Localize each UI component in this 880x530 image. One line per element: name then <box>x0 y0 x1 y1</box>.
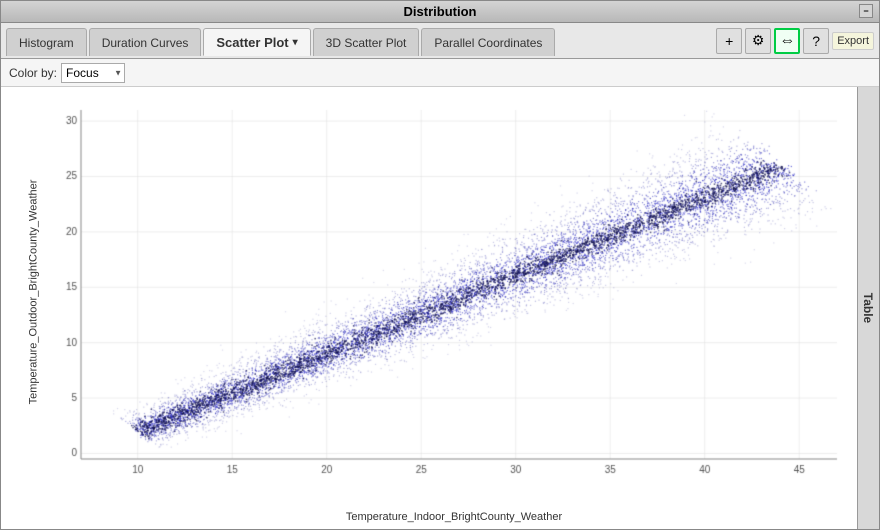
color-by-label: Color by: <box>9 66 57 80</box>
tab-actions: + ⚙ ⇔ ? Export <box>716 28 874 57</box>
title-bar: Distribution − <box>1 1 879 23</box>
tab-parallel-coordinates[interactable]: Parallel Coordinates <box>421 28 555 56</box>
move-button[interactable]: ⇔ <box>774 28 800 54</box>
table-side-tab[interactable]: Table <box>857 87 879 529</box>
color-by-select-wrapper[interactable]: Focus None Variable <box>61 63 125 83</box>
export-label: Export <box>832 32 874 50</box>
tab-histogram[interactable]: Histogram <box>6 28 87 56</box>
chart-area: Temperature_Outdoor_BrightCounty_Weather… <box>1 87 857 529</box>
tab-duration-curves[interactable]: Duration Curves <box>89 28 202 56</box>
settings-button[interactable]: ⚙ <box>745 28 771 54</box>
grid-and-plot: Temperature_Outdoor_BrightCounty_Weather… <box>51 95 857 489</box>
main-window: Distribution − Histogram Duration Curves… <box>0 0 880 530</box>
scatter-plot-canvas <box>51 95 857 489</box>
tab-scatter-plot[interactable]: Scatter Plot ▾ <box>203 28 310 56</box>
toolbar: Color by: Focus None Variable <box>1 59 879 87</box>
help-button[interactable]: ? <box>803 28 829 54</box>
x-axis-label: Temperature_Indoor_BrightCounty_Weather <box>346 511 562 523</box>
main-content: Temperature_Outdoor_BrightCounty_Weather… <box>1 87 879 529</box>
tab-bar: Histogram Duration Curves Scatter Plot ▾… <box>1 23 879 59</box>
y-axis-label: Temperature_Outdoor_BrightCounty_Weather <box>27 180 39 405</box>
tab-3d-scatter-plot[interactable]: 3D Scatter Plot <box>313 28 420 56</box>
window-title: Distribution <box>404 4 477 19</box>
minimize-button[interactable]: − <box>859 4 873 18</box>
color-by-select[interactable]: Focus None Variable <box>61 63 125 83</box>
add-view-button[interactable]: + <box>716 28 742 54</box>
table-tab-label: Table <box>862 293 876 323</box>
scatter-plot-dropdown-arrow[interactable]: ▾ <box>293 37 298 48</box>
